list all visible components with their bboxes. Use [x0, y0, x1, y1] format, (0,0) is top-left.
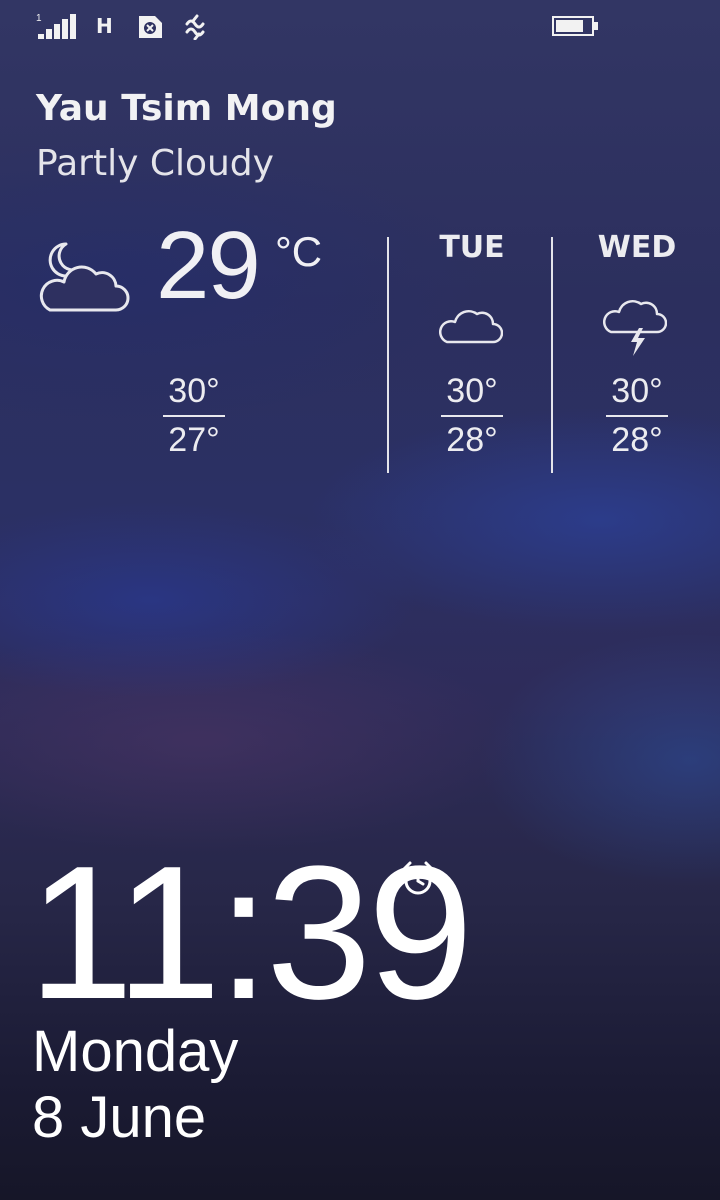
vibrate-icon [185, 14, 205, 40]
temperature-unit: °C [275, 228, 323, 275]
sim-icon [139, 16, 162, 38]
forecast-day-label: TUE [439, 230, 505, 265]
forecast-day-label: WED [597, 230, 677, 265]
forecast-high-low: 30° 28° [606, 371, 668, 463]
alarm-clock-icon [402, 861, 434, 895]
forecast-high: 30° [446, 372, 498, 410]
battery-level-fill [556, 20, 583, 32]
forecast-divider [551, 237, 553, 473]
current-high: 30° [168, 372, 220, 410]
signal-strength-icon: 1 [36, 13, 76, 39]
forecast-high-low: 30° 28° [441, 371, 503, 463]
cloud-icon [439, 309, 503, 344]
partly-cloudy-night-icon [39, 242, 130, 312]
forecast-divider [387, 237, 389, 473]
status-bar: 1 H [0, 0, 720, 50]
forecast-low: 28° [446, 421, 498, 459]
current-temperature: 29 [156, 212, 261, 319]
battery-icon [552, 16, 598, 36]
forecast-low: 28° [611, 421, 663, 459]
lock-screen-weekday: Monday [32, 1019, 239, 1084]
forecast-high: 30° [611, 372, 663, 410]
network-type-label: H [96, 14, 113, 38]
weather-location: Yau Tsim Mong [36, 88, 337, 129]
current-low: 27° [168, 421, 220, 459]
current-high-low: 30° 27° [163, 371, 225, 463]
sim-slot-label: 1 [36, 13, 42, 24]
lock-screen-date: 8 June [32, 1085, 207, 1150]
weather-condition: Partly Cloudy [36, 143, 274, 184]
thunderstorm-icon [603, 299, 667, 356]
